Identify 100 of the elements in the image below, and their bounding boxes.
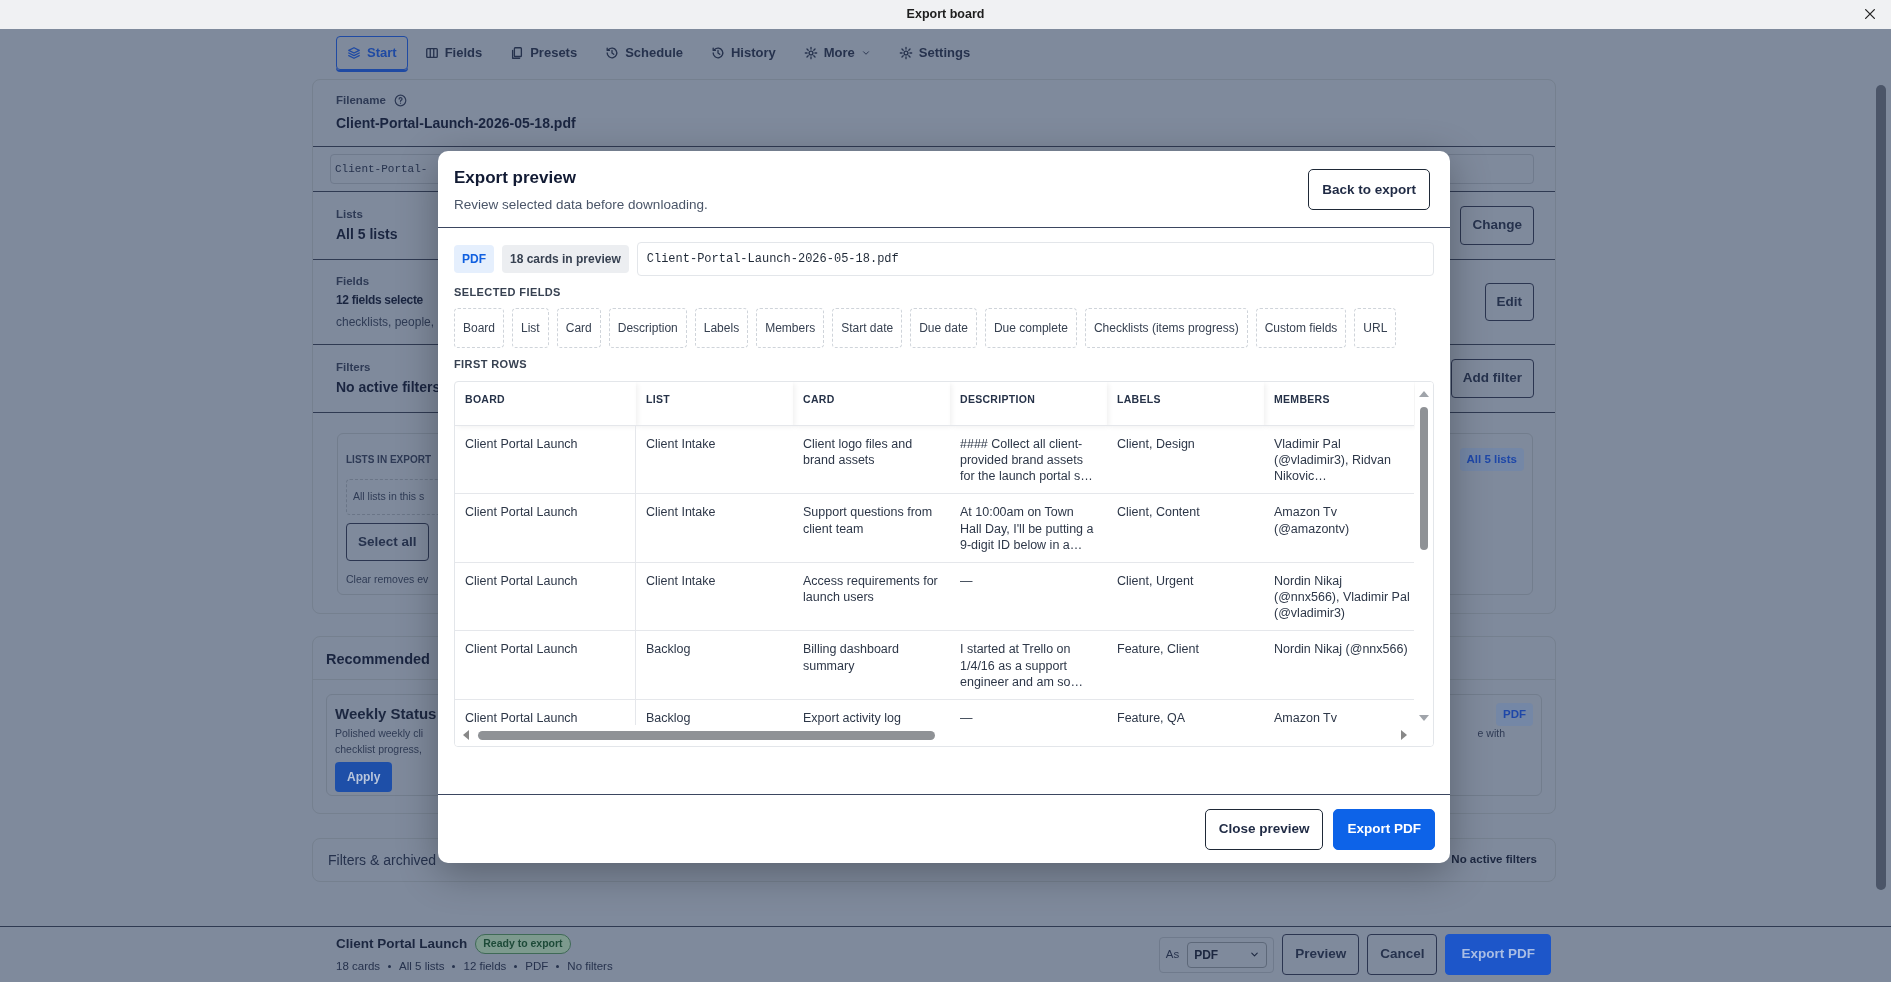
tab[interactable]: Fields xyxy=(413,36,494,70)
columns-icon xyxy=(424,46,439,60)
preset-description: Polished weekly cli xyxy=(335,726,424,742)
layers-icon xyxy=(347,46,361,60)
settings-icon xyxy=(898,46,913,60)
field-chip: Start date xyxy=(832,308,903,349)
export-button[interactable]: Export PDF xyxy=(1445,934,1551,975)
count-badge: All 5 lists xyxy=(1459,448,1524,472)
tab[interactable]: Start xyxy=(336,36,408,70)
apply-button[interactable]: Apply xyxy=(335,761,393,792)
field-chip: URL xyxy=(1354,308,1397,349)
preset-description: e with xyxy=(1477,726,1505,742)
footer-button[interactable]: Preview xyxy=(1282,934,1360,975)
field-value: 12 fields selecte xyxy=(336,291,424,309)
history-icon xyxy=(711,46,725,60)
preset-title: Weekly Status xyxy=(335,704,437,724)
summary-text: No filters xyxy=(567,959,613,974)
section-heading: SELECTED FIELDS xyxy=(454,284,562,300)
table-cell: Nordin Nikaj (@nnx566), Vladimir Pal (@vladimir3) xyxy=(1264,561,1414,631)
field-value: No active filters xyxy=(336,377,441,397)
field-chip: List xyxy=(512,308,549,349)
help-icon xyxy=(393,94,407,107)
table-cell: — xyxy=(950,561,1107,631)
tab[interactable]: Schedule xyxy=(594,36,694,70)
column-header: CARD xyxy=(793,381,950,425)
field-chip: Board xyxy=(454,308,505,349)
table-cell: Client Portal Launch xyxy=(455,424,636,494)
window-title: Export board xyxy=(906,6,985,24)
column-header: BOARD xyxy=(455,381,636,425)
format-badge: PDF xyxy=(1496,703,1533,727)
column-header: DESCRIPTION xyxy=(950,381,1107,425)
field-value: Client-Portal-Launch-2026-05-18.pdf xyxy=(336,114,576,134)
column-header: LIST xyxy=(636,381,793,425)
preset-description: checklist progress, xyxy=(335,742,423,757)
table-cell: Client Portal Launch xyxy=(455,561,636,631)
separator-dot xyxy=(556,965,560,969)
gear-icon xyxy=(803,46,818,60)
format-select[interactable]: PDF xyxy=(1187,941,1268,968)
table-cell: Client, Urgent xyxy=(1107,561,1264,631)
tab[interactable]: History xyxy=(700,36,787,70)
table-cell: At 10:00am on Town Hall Day, I'll be putting a 9-digit ID below in a… xyxy=(950,493,1107,562)
field-chip: Description xyxy=(608,308,687,349)
field-label: Lists xyxy=(336,207,364,223)
table-cell: Backlog xyxy=(636,630,793,699)
table-cell: Client Intake xyxy=(636,493,793,562)
tab[interactable]: Settings xyxy=(887,36,982,70)
separator-dot xyxy=(514,965,518,969)
field-hint: checklists, people, xyxy=(336,313,435,331)
tab[interactable]: More xyxy=(792,36,882,70)
table-cell: Vladimir Pal (@vladimir3), Ridvan Nikovic… xyxy=(1264,424,1414,494)
summary-text: 12 fields xyxy=(463,959,507,974)
table-cell: Client, Design xyxy=(1107,424,1264,494)
export-button[interactable]: Export PDF xyxy=(1333,808,1435,850)
table-cell: Client logo files and brand assets xyxy=(793,424,950,494)
table-cell: I started at Trello on 1/4/16 as a support engineer and am so… xyxy=(950,630,1107,699)
close-button[interactable]: Close preview xyxy=(1204,808,1324,850)
scrollbar[interactable] xyxy=(1876,85,1886,890)
field-label: Fields xyxy=(336,274,371,290)
column-header: LABELS xyxy=(1107,381,1264,425)
summary-text: PDF xyxy=(525,959,549,974)
table-cell: Access requirements for launch users xyxy=(793,561,950,631)
copy-icon xyxy=(510,46,525,60)
filename-field[interactable]: Client-Portal-Launch-2026-05-18.pdf xyxy=(636,241,1434,276)
footer-button[interactable]: Cancel xyxy=(1367,934,1438,975)
summary-text: 18 cards xyxy=(336,959,381,974)
table-cell: Nordin Nikaj (@nnx566) xyxy=(1264,630,1414,699)
field-chip: Checklists (items progress) xyxy=(1084,308,1248,349)
edit-button[interactable]: Edit xyxy=(1484,282,1534,322)
summary-text: All 5 lists xyxy=(399,959,445,974)
count-badge: 18 cards in preview xyxy=(502,244,629,273)
table-cell: Client Intake xyxy=(636,424,793,494)
field-chip: Custom fields xyxy=(1255,308,1347,349)
select-all-button[interactable]: Select all xyxy=(346,523,429,562)
field-label: Filters xyxy=(336,360,372,376)
field-chip: Labels xyxy=(694,308,749,349)
change-button[interactable]: Change xyxy=(1460,206,1534,245)
field-chip: Due date xyxy=(910,308,977,349)
horizontal-scrollbar[interactable] xyxy=(455,724,1433,746)
field-label: As xyxy=(1165,946,1180,962)
field-chip: Due complete xyxy=(984,308,1077,349)
history-icon xyxy=(605,46,620,60)
filter-summary: No active filters xyxy=(1451,852,1537,868)
dialog-subtitle: Review selected data before downloading. xyxy=(454,195,708,214)
back-button[interactable]: Back to export xyxy=(1308,169,1430,211)
table-cell: Client Portal Launch xyxy=(455,630,636,699)
table-cell: Support questions from client team xyxy=(793,493,950,562)
field-chip: Members xyxy=(756,308,825,349)
dialog-title: Export preview xyxy=(454,167,577,189)
table-cell: Amazon Tv (@amazontv) xyxy=(1264,493,1414,562)
separator-dot xyxy=(452,965,456,969)
board-name: Client Portal Launch xyxy=(336,934,468,953)
section-heading: FIRST ROWS xyxy=(454,357,529,373)
separator-dot xyxy=(388,965,392,969)
table-cell: Client, Content xyxy=(1107,493,1264,562)
status-badge: Ready to export xyxy=(475,934,571,954)
close-icon[interactable] xyxy=(1863,7,1877,21)
field-label: Filename xyxy=(336,92,386,108)
section-heading: LISTS IN EXPORT xyxy=(346,453,431,468)
card-title: Filters & archived xyxy=(328,850,437,870)
tab[interactable]: Presets xyxy=(499,36,589,70)
